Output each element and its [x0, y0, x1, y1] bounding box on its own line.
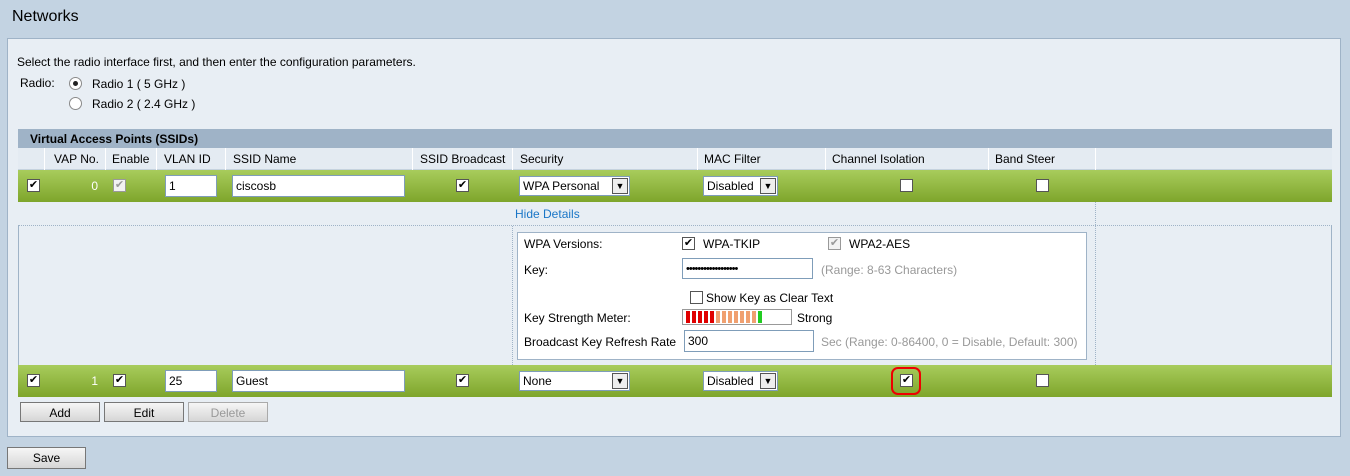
row0-enable-checkbox: ✔ — [113, 179, 126, 192]
col-ssid-broadcast: SSID Broadcast — [420, 152, 506, 166]
refresh-label: Broadcast Key Refresh Rate — [524, 335, 677, 349]
add-button[interactable]: Add — [20, 402, 100, 422]
row0-broadcast-checkbox[interactable]: ✔ — [456, 179, 469, 192]
hide-details-link[interactable]: Hide Details — [515, 207, 580, 221]
key-strength-meter — [682, 309, 792, 325]
wpa-versions-label: WPA Versions: — [524, 237, 603, 251]
row1-vap-no: 1 — [91, 374, 98, 388]
row0-security-select[interactable]: WPA Personal ▼ — [519, 176, 630, 196]
strength-label: Key Strength Meter: — [524, 311, 631, 325]
delete-button[interactable]: Delete — [188, 402, 268, 422]
row0-vlan-input[interactable]: 1 — [165, 175, 217, 197]
radio1-button[interactable] — [69, 77, 82, 90]
row1-mac-select[interactable]: Disabled ▼ — [703, 371, 778, 391]
wpa2-aes-checkbox: ✔ — [828, 237, 841, 250]
row1-ssid-input[interactable]: Guest — [232, 370, 405, 392]
row0-ssid-input[interactable]: ciscosb — [232, 175, 405, 197]
row1-select-checkbox[interactable]: ✔ — [27, 374, 40, 387]
details-toggle-row — [18, 202, 1332, 226]
wpa-tkip-checkbox[interactable]: ✔ — [682, 237, 695, 250]
table-title: Virtual Access Points (SSIDs) — [18, 129, 1332, 148]
row0-mac-select[interactable]: Disabled ▼ — [703, 176, 778, 196]
row1-security-value: None — [523, 374, 552, 388]
row1-broadcast-checkbox[interactable]: ✔ — [456, 374, 469, 387]
edit-button[interactable]: Edit — [104, 402, 184, 422]
chevron-down-icon: ▼ — [612, 178, 628, 194]
col-enable: Enable — [112, 152, 150, 166]
row1-vlan-input[interactable]: 25 — [165, 370, 217, 392]
row1-mac-value: Disabled — [707, 374, 754, 388]
instruction-text: Select the radio interface first, and th… — [17, 55, 416, 69]
refresh-hint: Sec (Range: 0-86400, 0 = Disable, Defaul… — [821, 335, 1078, 349]
refresh-input[interactable]: 300 — [684, 330, 814, 352]
row0-mac-value: Disabled — [707, 179, 754, 193]
row0-security-value: WPA Personal — [523, 179, 600, 193]
col-security: Security — [520, 152, 564, 166]
show-key-label: Show Key as Clear Text — [706, 291, 834, 305]
save-button[interactable]: Save — [7, 447, 86, 469]
col-ssid-name: SSID Name — [233, 152, 297, 166]
col-vlan-id: VLAN ID — [164, 152, 211, 166]
strength-value: Strong — [797, 311, 833, 325]
radio1-label: Radio 1 ( 5 GHz ) — [92, 77, 186, 91]
show-key-checkbox[interactable] — [690, 291, 703, 304]
highlight-annotation — [891, 367, 921, 395]
row0-vap-no: 0 — [91, 179, 98, 193]
key-input[interactable]: •••••••••••••••••• — [682, 258, 813, 279]
chevron-down-icon: ▼ — [612, 373, 628, 389]
radio2-button[interactable] — [69, 97, 82, 110]
row0-isolation-checkbox[interactable] — [900, 179, 913, 192]
row0-select-checkbox[interactable]: ✔ — [27, 179, 40, 192]
radio2-label: Radio 2 ( 2.4 GHz ) — [92, 97, 196, 111]
chevron-down-icon: ▼ — [760, 178, 776, 194]
page-title: Networks — [12, 8, 79, 25]
row0-bandsteer-checkbox[interactable] — [1036, 179, 1049, 192]
col-band-steer: Band Steer — [995, 152, 1056, 166]
col-vap-no: VAP No. — [54, 152, 99, 166]
radio-label: Radio: — [20, 76, 55, 90]
col-mac-filter: MAC Filter — [704, 152, 761, 166]
key-label: Key: — [524, 263, 549, 277]
row1-bandsteer-checkbox[interactable] — [1036, 374, 1049, 387]
row1-security-select[interactable]: None ▼ — [519, 371, 630, 391]
wpa2-aes-label: WPA2-AES — [849, 237, 911, 251]
key-hint: (Range: 8-63 Characters) — [821, 263, 958, 277]
chevron-down-icon: ▼ — [760, 373, 776, 389]
col-channel-isolation: Channel Isolation — [832, 152, 925, 166]
row1-enable-checkbox[interactable]: ✔ — [113, 374, 126, 387]
table-header-row — [18, 148, 1332, 170]
wpa-tkip-label: WPA-TKIP — [703, 237, 761, 251]
